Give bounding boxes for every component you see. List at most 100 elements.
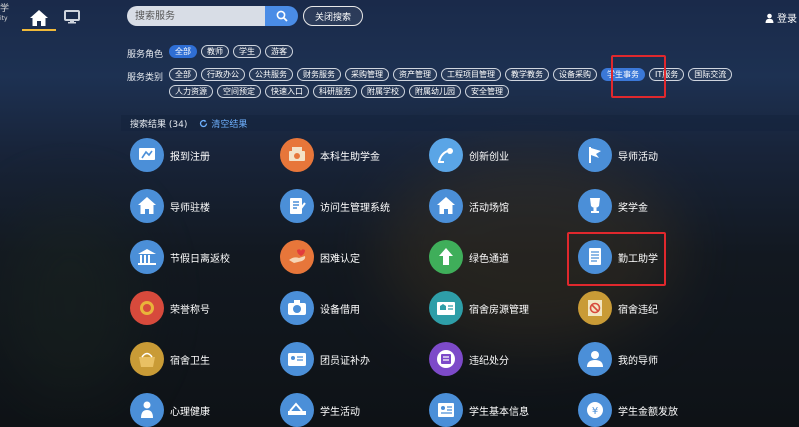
basket-icon	[130, 342, 164, 376]
home-button[interactable]	[24, 5, 54, 31]
service-item[interactable]: 创新创业	[429, 137, 509, 173]
category-chip[interactable]: 国际交流	[688, 68, 733, 81]
close-search-button[interactable]: 关闭搜索	[303, 6, 363, 26]
search-input[interactable]	[127, 6, 265, 26]
background-glow	[0, 200, 140, 400]
category-chip[interactable]: 附属学校	[361, 85, 405, 98]
top-bar: 学 ity 关闭搜索 登录	[0, 0, 799, 34]
service-label: 荣誉称号	[170, 304, 210, 316]
service-label: 导师活动	[618, 151, 658, 163]
service-item[interactable]: 绿色通道	[429, 239, 509, 275]
service-item[interactable]: 我的导师	[578, 341, 658, 377]
service-item[interactable]: 团员证补办	[280, 341, 370, 377]
no-sign-icon	[578, 291, 612, 325]
service-item[interactable]: 活动场馆	[429, 188, 509, 224]
trophy-icon	[578, 189, 612, 223]
service-label: 活动场馆	[469, 202, 509, 214]
building-icon	[130, 240, 164, 274]
activity-icon	[280, 393, 314, 427]
service-item[interactable]: 学生基本信息	[429, 392, 529, 427]
category-chip[interactable]: 资产管理	[393, 68, 437, 81]
service-label: 访问生管理系统	[320, 202, 390, 214]
home-icon	[130, 189, 164, 223]
category-filter-row2: 人力资源 空间预定 快速入口 科研服务 附属学校 附属幼儿园 安全管理	[169, 85, 513, 101]
category-chip[interactable]: 附属幼儿园	[409, 85, 461, 98]
results-count: 搜索结果 (34)	[130, 119, 188, 130]
service-label: 学生活动	[320, 406, 360, 418]
search-icon	[276, 10, 288, 22]
home-icon	[30, 10, 48, 26]
svg-text:¥: ¥	[592, 406, 598, 417]
category-chip[interactable]: 设备采购	[553, 68, 597, 81]
info-card-icon	[429, 393, 463, 427]
hand-icon	[280, 240, 314, 274]
service-label: 绿色通道	[469, 253, 509, 265]
service-label: 违纪处分	[469, 355, 509, 367]
clear-results-label: 清空结果	[211, 119, 248, 130]
category-chip[interactable]: 全部	[169, 68, 197, 81]
grant-icon	[280, 138, 314, 172]
service-item[interactable]: 心理健康	[130, 392, 210, 427]
category-filter-label: 服务类别	[127, 72, 164, 83]
user-icon	[578, 342, 612, 376]
category-chip[interactable]: 行政办公	[201, 68, 245, 81]
service-label: 报到注册	[170, 151, 210, 163]
service-item[interactable]: 荣誉称号	[130, 290, 210, 326]
service-label: 本科生助学金	[320, 151, 380, 163]
arrow-up-icon	[429, 240, 463, 274]
role-chip-visitor[interactable]: 游客	[265, 45, 293, 58]
category-chip[interactable]: 教学教务	[505, 68, 549, 81]
active-tab-indicator	[22, 29, 56, 31]
category-chip[interactable]: 工程项目管理	[441, 68, 501, 81]
role-chip-all[interactable]: 全部	[169, 45, 197, 58]
service-item[interactable]: 报到注册	[130, 137, 210, 173]
service-label: 学生基本信息	[469, 406, 529, 418]
service-item[interactable]: 节假日离返校	[130, 239, 230, 275]
service-item[interactable]: 导师活动	[578, 137, 658, 173]
search-button[interactable]	[265, 6, 298, 26]
service-item[interactable]: 困难认定	[280, 239, 360, 275]
category-chip[interactable]: 财务服务	[297, 68, 341, 81]
role-chip-teacher[interactable]: 教师	[201, 45, 229, 58]
service-item[interactable]: ¥ 学生金额发放	[578, 392, 678, 427]
edit-icon	[280, 189, 314, 223]
service-label: 学生金额发放	[618, 406, 678, 418]
service-item[interactable]: 访问生管理系统	[280, 188, 390, 224]
desktop-button[interactable]	[60, 6, 84, 28]
category-chip[interactable]: 采购管理	[345, 68, 389, 81]
flag-icon	[578, 138, 612, 172]
service-item[interactable]: 本科生助学金	[280, 137, 380, 173]
category-chip[interactable]: 人力资源	[169, 85, 213, 98]
calendar-icon	[429, 342, 463, 376]
service-item[interactable]: 导师驻楼	[130, 188, 210, 224]
service-label: 奖学金	[618, 202, 648, 214]
role-filter: 服务角色 全部 教师 学生 游客	[127, 45, 297, 61]
service-item[interactable]: 奖学金	[578, 188, 648, 224]
service-item[interactable]: 宿舍房源管理	[429, 290, 529, 326]
category-chip[interactable]: 快速入口	[265, 85, 309, 98]
service-label: 宿舍卫生	[170, 355, 210, 367]
service-item[interactable]: 违纪处分	[429, 341, 509, 377]
home-icon	[429, 189, 463, 223]
service-label: 心理健康	[170, 406, 210, 418]
category-chip[interactable]: 安全管理	[465, 85, 509, 98]
category-chip[interactable]: 公共服务	[249, 68, 293, 81]
category-chip[interactable]: 空间预定	[217, 85, 261, 98]
service-label: 设备借用	[320, 304, 360, 316]
service-item[interactable]: 设备借用	[280, 290, 360, 326]
login-label: 登录	[777, 14, 797, 25]
clear-results-button[interactable]: 清空结果	[199, 117, 247, 130]
service-item[interactable]: 宿舍卫生	[130, 341, 210, 377]
login-button[interactable]: 登录	[765, 10, 797, 25]
service-label: 创新创业	[469, 151, 509, 163]
service-item[interactable]: 宿舍违纪	[578, 290, 658, 326]
service-label: 我的导师	[618, 355, 658, 367]
results-bar: 搜索结果 (34) 清空结果	[121, 115, 799, 131]
highlight-box	[611, 55, 666, 98]
user-icon	[765, 13, 774, 23]
category-chip[interactable]: 科研服务	[313, 85, 357, 98]
service-item[interactable]: 学生活动	[280, 392, 360, 427]
medal-icon	[130, 291, 164, 325]
service-label: 团员证补办	[320, 355, 370, 367]
role-chip-student[interactable]: 学生	[233, 45, 261, 58]
